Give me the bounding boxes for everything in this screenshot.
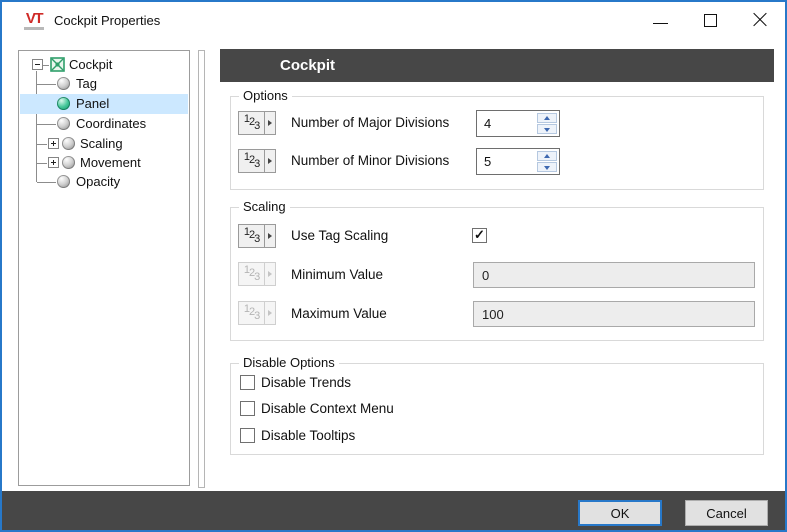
caption-buttons bbox=[635, 2, 785, 38]
use-tag-scaling-label: Use Tag Scaling bbox=[291, 228, 389, 243]
minor-divisions-input[interactable] bbox=[477, 149, 535, 174]
vt-logo-icon: VT bbox=[24, 11, 44, 30]
tree-item-label: Movement bbox=[80, 155, 141, 170]
disable-options-group: Disable Options Disable Trends Disable C… bbox=[230, 355, 764, 455]
scaling-group: Scaling 123 Use Tag Scaling ✓ 123 Minimu… bbox=[230, 199, 764, 341]
minimize-icon bbox=[652, 22, 668, 24]
disable-trends-checkbox[interactable] bbox=[240, 375, 255, 390]
maximum-value-field bbox=[473, 301, 755, 327]
tree-item-label: Opacity bbox=[76, 174, 121, 189]
minimize-button[interactable] bbox=[635, 2, 685, 38]
titlebar: VT Cockpit Properties bbox=[2, 2, 785, 38]
numeric-mode-button-disabled: 123 bbox=[238, 262, 276, 286]
tree-item-label: Tag bbox=[76, 76, 97, 91]
numeric-mode-button[interactable]: 123 bbox=[238, 111, 276, 135]
maximize-icon bbox=[703, 13, 717, 27]
section-title: Cockpit bbox=[280, 57, 336, 74]
disable-tooltips-checkbox[interactable] bbox=[240, 428, 255, 443]
window-title: Cockpit Properties bbox=[54, 12, 161, 28]
minimum-value-label: Minimum Value bbox=[291, 267, 384, 282]
spin-down-button[interactable] bbox=[537, 162, 557, 172]
numeric-123-icon: 123 bbox=[243, 226, 260, 245]
tree-item-label: Panel bbox=[76, 96, 110, 111]
numeric-123-icon: 123 bbox=[243, 303, 260, 322]
dropdown-arrow-icon bbox=[264, 302, 275, 324]
dialog-body: Cockpit Tag Panel Coordinates Scaling Mo… bbox=[2, 38, 785, 491]
node-sphere-icon bbox=[62, 137, 75, 150]
tree-item-label: Scaling bbox=[80, 136, 123, 151]
numeric-123-icon: 123 bbox=[243, 113, 260, 132]
spin-down-button[interactable] bbox=[537, 124, 557, 134]
node-sphere-icon bbox=[57, 175, 70, 188]
minor-divisions-spinner bbox=[476, 148, 560, 175]
minor-divisions-label: Number of Minor Divisions bbox=[291, 153, 450, 168]
maximize-button[interactable] bbox=[685, 2, 735, 38]
scaling-group-label: Scaling bbox=[239, 199, 290, 214]
dropdown-arrow-icon bbox=[264, 225, 275, 247]
close-icon bbox=[752, 12, 768, 28]
cockpit-properties-dialog: VT Cockpit Properties Cockpit Tag Panel … bbox=[0, 0, 787, 532]
node-sphere-icon bbox=[57, 77, 70, 90]
panel-splitter[interactable] bbox=[198, 50, 205, 488]
numeric-123-icon: 123 bbox=[243, 264, 260, 283]
disable-context-menu-label: Disable Context Menu bbox=[261, 401, 394, 416]
disable-context-menu-checkbox[interactable] bbox=[240, 401, 255, 416]
cockpit-node-icon bbox=[50, 57, 65, 72]
major-divisions-label: Number of Major Divisions bbox=[291, 115, 450, 130]
collapse-expander-icon[interactable] bbox=[32, 59, 43, 70]
tree-item-opacity[interactable]: Opacity bbox=[20, 172, 188, 192]
minimum-value-field bbox=[473, 262, 755, 288]
maximum-value-input bbox=[474, 302, 754, 326]
dropdown-arrow-icon bbox=[264, 263, 275, 285]
disable-trends-label: Disable Trends bbox=[261, 375, 352, 390]
node-sphere-icon bbox=[57, 117, 70, 130]
major-divisions-spinner bbox=[476, 110, 560, 137]
use-tag-scaling-checkbox[interactable]: ✓ bbox=[472, 228, 487, 243]
major-divisions-input[interactable] bbox=[477, 111, 535, 136]
options-group-label: Options bbox=[239, 88, 292, 103]
tree-item-tag[interactable]: Tag bbox=[20, 74, 188, 94]
maximum-value-label: Maximum Value bbox=[291, 306, 387, 321]
dropdown-arrow-icon bbox=[264, 112, 275, 134]
expand-expander-icon[interactable] bbox=[48, 157, 59, 168]
check-icon: ✓ bbox=[474, 227, 485, 242]
spin-up-button[interactable] bbox=[537, 113, 557, 123]
expand-expander-icon[interactable] bbox=[48, 138, 59, 149]
property-tree: Cockpit Tag Panel Coordinates Scaling Mo… bbox=[18, 50, 190, 486]
numeric-123-icon: 123 bbox=[243, 151, 260, 170]
close-button[interactable] bbox=[735, 2, 785, 38]
section-header: Cockpit bbox=[220, 49, 774, 82]
minimum-value-input bbox=[474, 263, 754, 287]
footer-bar: OK Cancel bbox=[2, 491, 785, 530]
ok-button[interactable]: OK bbox=[578, 500, 662, 526]
disable-tooltips-label: Disable Tooltips bbox=[261, 428, 356, 443]
node-sphere-icon-selected bbox=[57, 97, 70, 110]
tree-item-label: Coordinates bbox=[76, 116, 147, 131]
tree-item-label: Cockpit bbox=[69, 57, 113, 72]
tree-item-panel[interactable]: Panel bbox=[20, 94, 188, 114]
tree-item-movement[interactable]: Movement bbox=[20, 153, 188, 173]
numeric-mode-button[interactable]: 123 bbox=[238, 149, 276, 173]
tree-item-cockpit[interactable]: Cockpit bbox=[20, 55, 188, 75]
cancel-button[interactable]: Cancel bbox=[685, 500, 768, 526]
numeric-mode-button[interactable]: 123 bbox=[238, 224, 276, 248]
spin-up-button[interactable] bbox=[537, 151, 557, 161]
tree-item-scaling[interactable]: Scaling bbox=[20, 134, 188, 154]
dropdown-arrow-icon bbox=[264, 150, 275, 172]
node-sphere-icon bbox=[62, 156, 75, 169]
disable-options-group-label: Disable Options bbox=[239, 355, 339, 370]
tree-item-coordinates[interactable]: Coordinates bbox=[20, 114, 188, 134]
options-group: Options 123 Number of Major Divisions 12… bbox=[230, 88, 764, 190]
numeric-mode-button-disabled: 123 bbox=[238, 301, 276, 325]
